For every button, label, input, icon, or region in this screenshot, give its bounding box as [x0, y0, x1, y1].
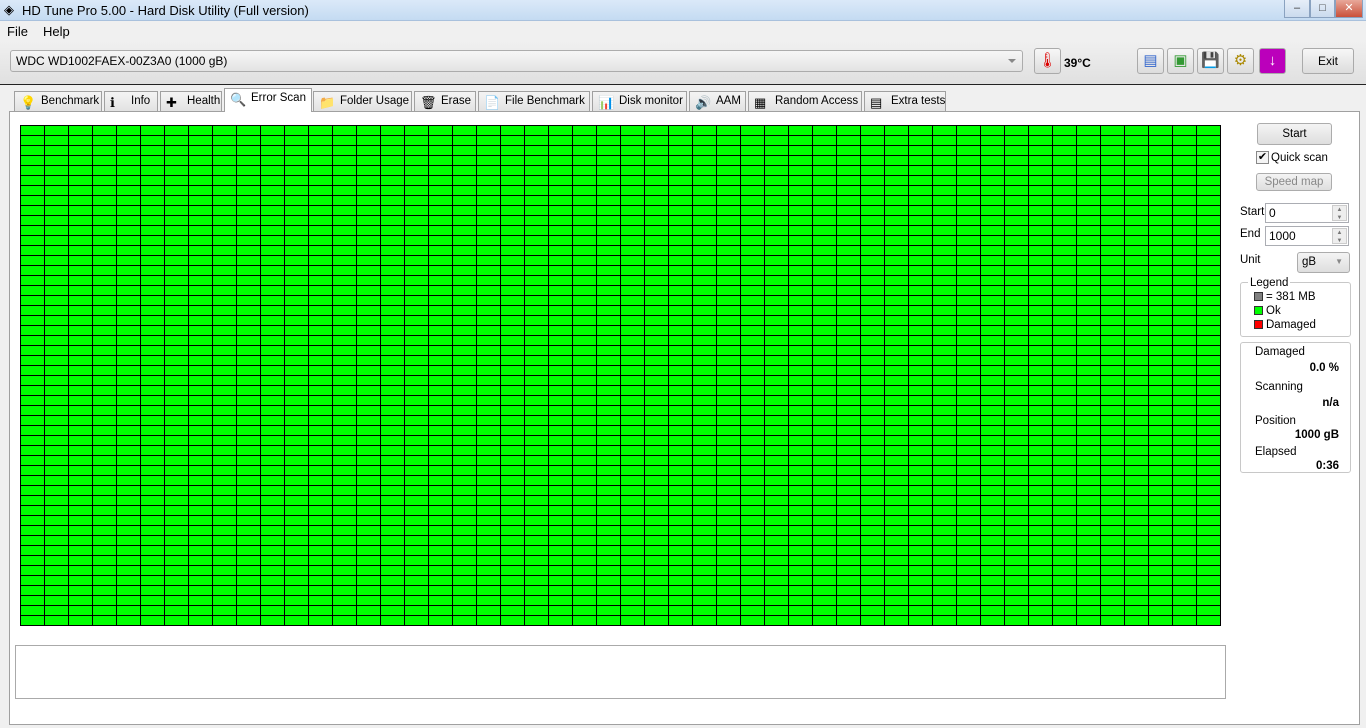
close-button[interactable]: ✕ [1335, 0, 1363, 18]
tab-label: Info [131, 95, 151, 107]
stats-box: Damaged 0.0 % Scanning n/a Position 1000… [1240, 342, 1351, 473]
unit-select[interactable]: gB ▼ [1297, 252, 1350, 273]
legend-damaged-text: Damaged [1266, 319, 1316, 331]
tab-icon: 📊 [598, 95, 615, 110]
minimize-button[interactable]: – [1284, 0, 1310, 18]
tab-label: Random Access [775, 95, 859, 107]
spinner-arrows-icon[interactable]: ▲ ▼ [1332, 205, 1347, 221]
elapsed-label: Elapsed [1255, 446, 1297, 458]
tab-icon: 📄 [484, 95, 501, 110]
tab-label: Benchmark [41, 95, 100, 107]
legend-ok-text: Ok [1266, 305, 1281, 317]
tab-disk-monitor[interactable]: 📊 Disk monitor [592, 91, 687, 111]
ok-swatch [1254, 306, 1263, 315]
tab-icon: ℹ [110, 95, 115, 110]
damaged-swatch [1254, 320, 1263, 329]
legend-box: Legend = 381 MB Ok Damaged [1240, 277, 1351, 337]
spinner-arrows-icon[interactable]: ▲ ▼ [1332, 228, 1347, 244]
drive-select[interactable]: WDC WD1002FAEX-00Z3A0 (1000 gB) [10, 50, 1023, 72]
block-swatch [1254, 292, 1263, 301]
tab-label: Disk monitor [619, 95, 683, 107]
legend-title: Legend [1248, 277, 1291, 289]
tab-icon: 📁 [319, 95, 336, 110]
menu-help[interactable]: Help [43, 24, 70, 39]
chevron-down-icon [1008, 59, 1016, 63]
scanning-label: Scanning [1255, 381, 1303, 393]
tab-health[interactable]: ✚ Health [160, 91, 222, 111]
title-bar: ◈ HD Tune Pro 5.00 - Hard Disk Utility (… [0, 0, 1366, 21]
tab-benchmark[interactable]: 💡 Benchmark [14, 91, 102, 111]
tab-aam[interactable]: 🔊 AAM [689, 91, 746, 111]
scan-block-map [20, 125, 1221, 626]
legend-block-size: = 381 MB [1254, 291, 1316, 303]
app-disk-icon: ◈ [4, 2, 14, 17]
copy-screenshot-icon[interactable]: ▣ [1167, 48, 1194, 74]
start-value: 0 [1269, 206, 1276, 220]
tab-icon: 🔍 [230, 92, 247, 107]
temperature-readout: 39°C [1064, 56, 1091, 70]
scanning-value: n/a [1322, 397, 1339, 409]
tab-icon: ▤ [870, 95, 883, 110]
elapsed-value: 0:36 [1315, 460, 1339, 472]
tab-error-scan[interactable]: 🔍 Error Scan [224, 88, 312, 112]
end-value: 1000 [1269, 229, 1296, 243]
tab-label: Error Scan [251, 92, 306, 104]
tab-folder-usage[interactable]: 📁 Folder Usage [313, 91, 412, 111]
tab-label: Extra tests [891, 95, 946, 107]
damaged-value: 0.0 % [1309, 362, 1339, 374]
menu-bar: File Help [0, 21, 1366, 41]
position-label: Position [1255, 415, 1296, 427]
quick-scan-checkbox[interactable]: ✔ [1256, 151, 1269, 164]
copy-text-icon[interactable]: ▤ [1137, 48, 1164, 74]
tab-extra-tests[interactable]: ▤ Extra tests [864, 91, 946, 111]
tab-label: Erase [441, 95, 472, 107]
toolbar: WDC WD1002FAEX-00Z3A0 (1000 gB) 🌡 39°C ▤… [0, 41, 1366, 85]
tab-label: Health [187, 95, 221, 107]
legend-block-text: = 381 MB [1266, 291, 1316, 303]
unit-value: gB [1302, 256, 1317, 268]
speed-map-button[interactable]: Speed map [1256, 173, 1332, 191]
unit-label: Unit [1240, 254, 1261, 266]
download-icon[interactable]: ↓ [1259, 48, 1286, 74]
log-area [15, 645, 1226, 699]
maximize-button[interactable]: □ [1310, 0, 1335, 18]
tab-label: AAM [716, 95, 741, 107]
tab-icon: ✚ [166, 95, 177, 110]
tab-icon: 🗑 [420, 95, 437, 110]
legend-damaged: Damaged [1254, 319, 1316, 331]
end-input[interactable]: 1000 ▲ ▼ [1265, 226, 1349, 246]
start-label: Start [1240, 206, 1265, 218]
end-label: End [1240, 228, 1261, 240]
damaged-label: Damaged [1255, 346, 1305, 358]
tab-erase[interactable]: 🗑 Erase [414, 91, 476, 111]
exit-button[interactable]: Exit [1302, 48, 1354, 74]
start-input[interactable]: 0 ▲ ▼ [1265, 203, 1349, 223]
drive-select-value: WDC WD1002FAEX-00Z3A0 (1000 gB) [16, 54, 228, 68]
tab-random-access[interactable]: ▦ Random Access [748, 91, 862, 111]
chevron-down-icon: ▼ [1335, 257, 1343, 266]
options-icon[interactable]: ⚙ [1227, 48, 1254, 74]
tab-icon: ▦ [754, 95, 767, 110]
tab-file-benchmark[interactable]: 📄 File Benchmark [478, 91, 590, 111]
tab-label: File Benchmark [505, 95, 585, 107]
start-button[interactable]: Start [1257, 123, 1332, 145]
tab-icon: 🔊 [695, 95, 712, 110]
position-value: 1000 gB [1294, 429, 1339, 441]
legend-ok: Ok [1254, 305, 1281, 317]
window-title: HD Tune Pro 5.00 - Hard Disk Utility (Fu… [22, 3, 309, 18]
menu-file[interactable]: File [7, 24, 28, 39]
save-icon[interactable]: 💾 [1197, 48, 1224, 74]
tab-info[interactable]: ℹ Info [104, 91, 158, 111]
quick-scan-label: Quick scan [1271, 152, 1328, 164]
thermometer-icon[interactable]: 🌡 [1034, 48, 1061, 74]
tab-icon: 💡 [20, 95, 37, 110]
tab-label: Folder Usage [340, 95, 410, 107]
